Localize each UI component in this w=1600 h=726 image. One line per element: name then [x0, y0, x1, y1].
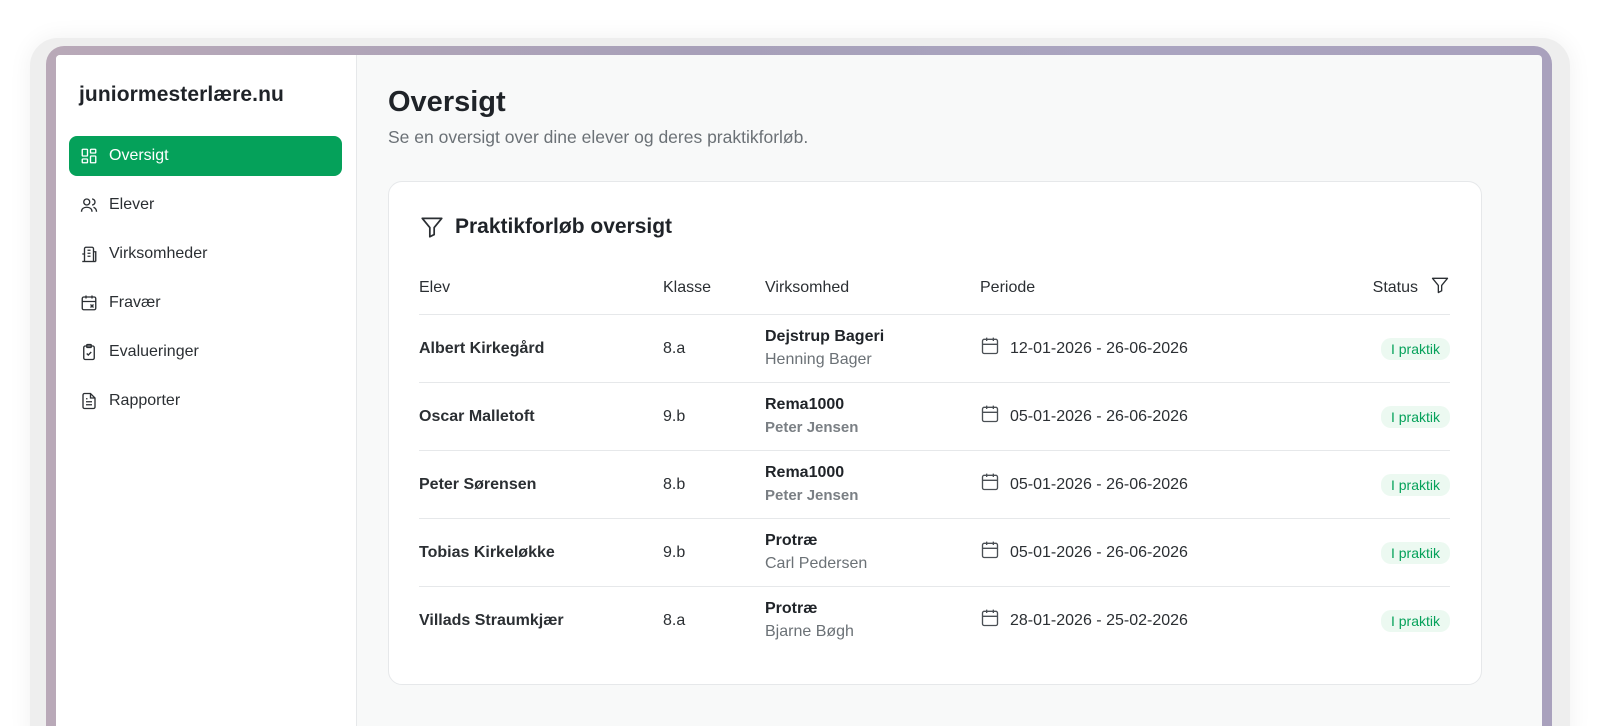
- sidebar-item-label: Rapporter: [109, 392, 181, 409]
- period-text: 05-01-2026 - 26-06-2026: [1010, 543, 1188, 561]
- student-class: 8.b: [663, 450, 765, 519]
- company-contact: Bjarne Bøgh: [765, 622, 854, 640]
- sidebar-item-label: Oversigt: [109, 147, 169, 164]
- users-icon: [79, 195, 99, 215]
- status-badge: I praktik: [1380, 473, 1450, 496]
- company-name: Protræ: [765, 531, 818, 549]
- sidebar-item-label: Elever: [109, 196, 155, 213]
- student-class: 8.a: [663, 611, 686, 629]
- sidebar-item-label: Evalueringer: [109, 343, 199, 360]
- company-name: Rema1000: [765, 463, 845, 481]
- calendar-x-icon: [79, 293, 99, 313]
- period-cell: 05-01-2026 - 26-06-2026: [980, 382, 1300, 451]
- clipboard-check-icon: [79, 342, 99, 362]
- company-contact: Henning Bager: [765, 350, 872, 368]
- sidebar-item-oversigt[interactable]: Oversigt: [69, 136, 342, 176]
- sidebar-item-label: Virksomheder: [109, 245, 208, 262]
- period-cell: 12-01-2026 - 26-06-2026: [980, 314, 1300, 383]
- brand-logo[interactable]: juniormesterlære.nu: [69, 83, 342, 107]
- dashboard-icon: [79, 146, 99, 166]
- table-row[interactable]: Tobias Kirkeløkke 9.b Protræ Carl Peders…: [419, 518, 1450, 587]
- period-text: 05-01-2026 - 26-06-2026: [1010, 407, 1188, 425]
- company-cell: Rema1000 Peter Jensen: [765, 450, 980, 519]
- column-header-periode[interactable]: Periode: [980, 275, 1300, 315]
- status-header-label: Status: [1372, 278, 1418, 296]
- sidebar-item-label: Fravær: [109, 294, 161, 311]
- app-window: juniormesterlære.nu Oversigt Elever Virk…: [56, 55, 1542, 726]
- status-badge: I praktik: [1380, 337, 1450, 360]
- status-badge: I praktik: [1380, 609, 1450, 632]
- company-contact: Peter Jensen: [765, 486, 859, 504]
- status-badge: I praktik: [1380, 405, 1450, 428]
- calendar-icon: [980, 540, 1000, 565]
- period-text: 28-01-2026 - 25-02-2026: [1010, 611, 1188, 629]
- table-row[interactable]: Villads Straumkjær 8.a Protræ Bjarne Bøg…: [419, 587, 1450, 655]
- student-class: 8.a: [663, 314, 765, 383]
- status-cell: I praktik: [1300, 518, 1450, 587]
- student-class: 9.b: [663, 382, 765, 451]
- table-row[interactable]: Peter Sørensen 8.b Rema1000 Peter Jensen…: [419, 450, 1450, 519]
- praktik-table: Elev Klasse Virksomhed Periode Status Al…: [419, 275, 1450, 655]
- calendar-icon: [980, 404, 1000, 429]
- column-header-virksomhed[interactable]: Virksomhed: [765, 275, 980, 315]
- student-name: Tobias Kirkeløkke: [419, 518, 663, 587]
- file-text-icon: [79, 391, 99, 411]
- period-text: 12-01-2026 - 26-06-2026: [1010, 339, 1188, 357]
- table-row[interactable]: Albert Kirkegård 8.a Dejstrup Bageri Hen…: [419, 314, 1450, 383]
- company-contact: Peter Jensen: [765, 418, 859, 436]
- status-filter-icon[interactable]: [1430, 275, 1450, 300]
- sidebar-item-evalueringer[interactable]: Evalueringer: [69, 332, 342, 372]
- card-header: Praktikforløb oversigt: [419, 214, 1450, 240]
- company-cell: Protræ Carl Pedersen: [765, 518, 980, 587]
- page-title: Oversigt: [388, 86, 506, 118]
- company-name: Dejstrup Bageri: [765, 327, 885, 345]
- filter-icon: [419, 214, 445, 240]
- status-cell: I praktik: [1300, 382, 1450, 451]
- company-contact: Carl Pedersen: [765, 554, 868, 572]
- period-cell: 05-01-2026 - 26-06-2026: [980, 518, 1300, 587]
- column-header-status: Status: [1300, 275, 1450, 315]
- building-icon: [79, 244, 99, 264]
- sidebar-item-elever[interactable]: Elever: [69, 185, 342, 225]
- student-name: Oscar Malletoft: [419, 382, 663, 451]
- company-name: Protræ: [765, 599, 818, 617]
- praktik-overview-card: Praktikforløb oversigt Elev Klasse Virks…: [388, 181, 1482, 685]
- card-title: Praktikforløb oversigt: [455, 215, 673, 238]
- page-subtitle: Se en oversigt over dine elever og deres…: [388, 127, 809, 147]
- status-cell: I praktik: [1300, 314, 1450, 383]
- student-class: 9.b: [663, 518, 765, 587]
- status-badge: I praktik: [1380, 541, 1450, 564]
- student-name: Albert Kirkegård: [419, 314, 663, 383]
- period-text: 05-01-2026 - 26-06-2026: [1010, 475, 1188, 493]
- calendar-icon: [980, 336, 1000, 361]
- table-row[interactable]: Oscar Malletoft 9.b Rema1000 Peter Jense…: [419, 382, 1450, 451]
- column-header-elev[interactable]: Elev: [419, 275, 663, 315]
- company-cell: Protræ Bjarne Bøgh: [765, 587, 980, 655]
- company-cell: Rema1000 Peter Jensen: [765, 382, 980, 451]
- student-name: Peter Sørensen: [419, 450, 663, 519]
- window-frame: juniormesterlære.nu Oversigt Elever Virk…: [46, 46, 1552, 726]
- status-cell: I praktik: [1300, 587, 1450, 655]
- sidebar-item-fravaer[interactable]: Fravær: [69, 283, 342, 323]
- company-name: Rema1000: [765, 395, 845, 413]
- sidebar-item-rapporter[interactable]: Rapporter: [69, 381, 342, 421]
- table-header-row: Elev Klasse Virksomhed Periode Status: [419, 275, 1450, 315]
- period-cell: 05-01-2026 - 26-06-2026: [980, 450, 1300, 519]
- sidebar: juniormesterlære.nu Oversigt Elever Virk…: [56, 55, 357, 726]
- company-cell: Dejstrup Bageri Henning Bager: [765, 314, 980, 383]
- column-header-klasse[interactable]: Klasse: [663, 275, 765, 315]
- sidebar-item-virksomheder[interactable]: Virksomheder: [69, 234, 342, 274]
- student-name: Villads Straumkjær: [419, 611, 564, 629]
- status-cell: I praktik: [1300, 450, 1450, 519]
- calendar-icon: [980, 472, 1000, 497]
- main-content: Oversigt Se en oversigt over dine elever…: [357, 55, 1542, 726]
- calendar-icon: [980, 608, 1000, 633]
- period-cell: 28-01-2026 - 25-02-2026: [980, 587, 1300, 655]
